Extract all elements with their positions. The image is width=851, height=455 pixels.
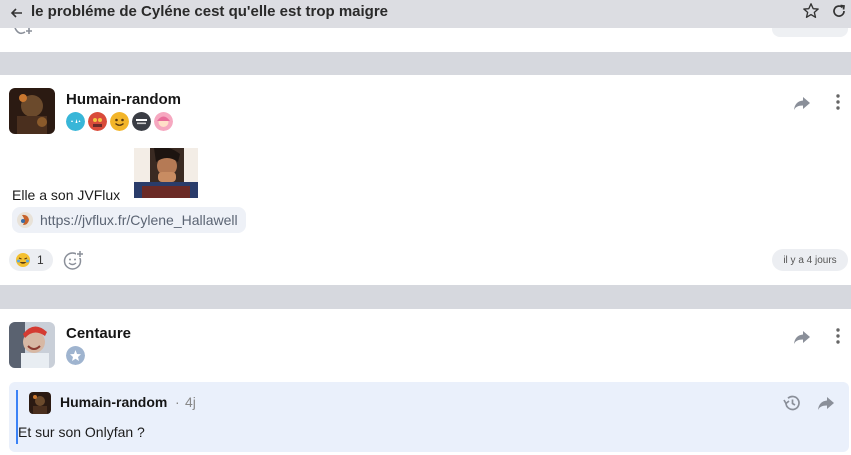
star-icon[interactable]: [802, 2, 820, 20]
date-pill-partial: [772, 28, 848, 37]
add-reaction-icon-partial[interactable]: [13, 28, 35, 36]
jvflux-favicon-icon: [17, 212, 33, 228]
link-preview[interactable]: https://jvflux.fr/Cylene_Hallawell: [12, 207, 246, 233]
sticker-image: [134, 148, 198, 198]
quote-avatar: [29, 392, 51, 414]
quote-author[interactable]: Humain-random: [60, 394, 167, 410]
post-date: il y a 4 jours: [772, 249, 848, 271]
post-text: Elle a son JVFlux: [12, 187, 121, 203]
badge-zero-tout-icon: [132, 112, 151, 131]
badge-star-icon: [66, 346, 85, 365]
badge-mask-icon: [88, 112, 107, 131]
crying-laugh-emoji-icon: [16, 253, 30, 267]
share-icon[interactable]: [817, 395, 835, 411]
post-card: Humain-random Elle a son JVFlux https://: [0, 75, 851, 285]
more-options-icon[interactable]: [836, 94, 840, 110]
quote-time: 4j: [185, 394, 196, 410]
share-icon[interactable]: [793, 95, 811, 111]
add-reaction-icon[interactable]: [63, 250, 84, 271]
reaction-count: 1: [37, 253, 44, 267]
quote-text: Et sur son Onlyfan ?: [18, 424, 145, 440]
refresh-icon[interactable]: [831, 3, 847, 19]
share-icon[interactable]: [793, 329, 811, 345]
badge-list: [66, 112, 173, 131]
quoted-message[interactable]: Humain-random · 4j Et sur son Onlyfan ?: [9, 382, 849, 452]
avatar[interactable]: [9, 88, 55, 134]
author-name[interactable]: Humain-random: [66, 91, 181, 108]
back-arrow-icon[interactable]: [9, 5, 25, 21]
author-name[interactable]: Centaure: [66, 325, 131, 342]
previous-post-bottom: [0, 28, 851, 52]
badge-list: [66, 346, 85, 365]
more-options-icon[interactable]: [836, 328, 840, 344]
badge-smiley-icon: [110, 112, 129, 131]
history-icon[interactable]: [782, 393, 802, 413]
badge-stars-icon: [66, 112, 85, 131]
link-url[interactable]: https://jvflux.fr/Cylene_Hallawell: [40, 212, 238, 228]
post-card: Centaure Humain-random · 4j Et sur son O…: [0, 309, 851, 455]
badge-girl-icon: [154, 112, 173, 131]
top-bar: le probléme de Cyléne cest qu'elle est t…: [0, 0, 851, 28]
reaction-chip[interactable]: 1: [9, 249, 53, 271]
quote-separator: ·: [175, 394, 180, 410]
topic-title: le probléme de Cyléne cest qu'elle est t…: [31, 3, 389, 20]
avatar[interactable]: [9, 322, 55, 368]
